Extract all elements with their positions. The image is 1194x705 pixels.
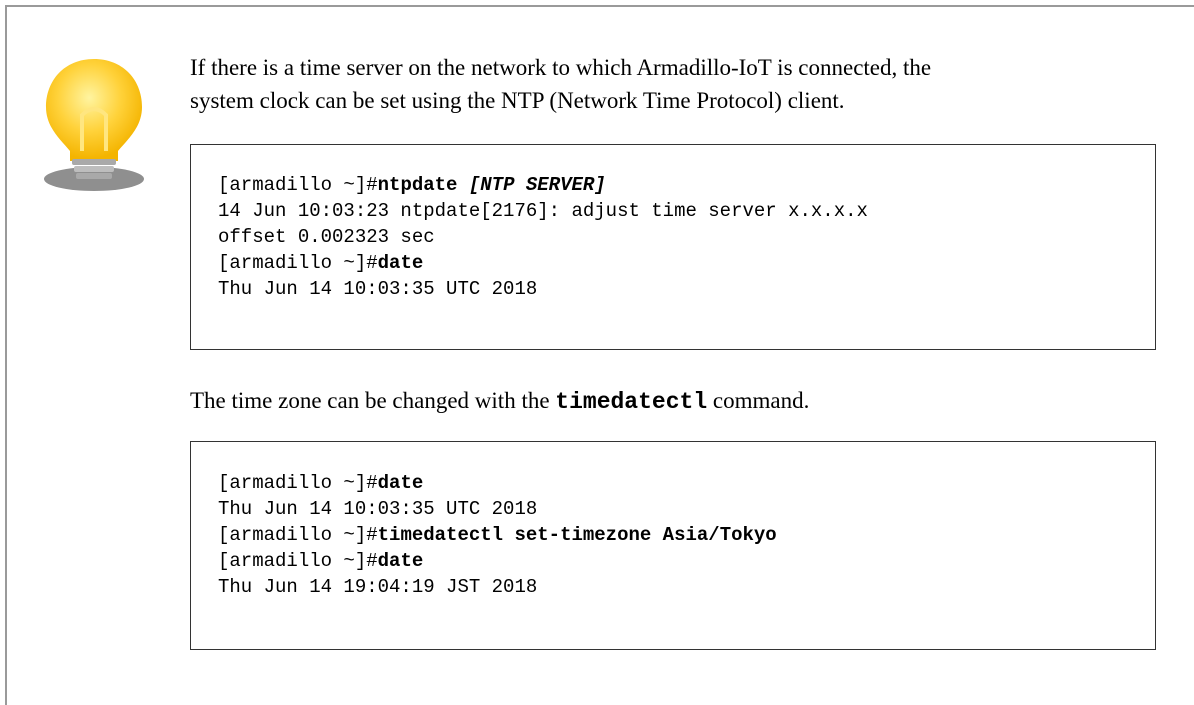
shell-prompt: [armadillo ~]# [218, 550, 378, 572]
code-line: [armadillo ~]#date [218, 250, 1155, 276]
shell-command: timedatectl set-timezone Asia/Tokyo [377, 524, 777, 546]
shell-prompt: [armadillo ~]# [218, 252, 378, 274]
code-output-line: Thu Jun 14 10:03:35 UTC 2018 [218, 498, 538, 520]
code-output-line: 14 Jun 10:03:23 ntpdate[2176]: adjust ti… [218, 200, 868, 222]
shell-command: ntpdate [377, 174, 469, 196]
shell-command: date [377, 472, 424, 494]
code-block-timedatectl: [armadillo ~]#date Thu Jun 14 10:03:35 UT… [190, 441, 1156, 650]
shell-command: date [377, 550, 424, 572]
tip-paragraph-line: system clock can be set using the NTP (N… [190, 88, 845, 113]
tip-paragraph-timezone: The time zone can be changed with the ti… [190, 384, 809, 419]
shell-command: date [377, 252, 424, 274]
code-output-line: Thu Jun 14 10:03:35 UTC 2018 [218, 278, 538, 300]
code-line: [armadillo ~]#ntpdate [NTP SERVER] [218, 172, 1155, 198]
code-line: [armadillo ~]#date [218, 548, 1155, 574]
paragraph-text: command. [707, 388, 810, 413]
code-output-line: Thu Jun 14 19:04:19 JST 2018 [218, 576, 538, 598]
shell-prompt: [armadillo ~]# [218, 472, 378, 494]
tip-paragraph-line: If there is a time server on the network… [190, 55, 932, 80]
shell-prompt: [armadillo ~]# [218, 174, 378, 196]
inline-command: timedatectl [555, 389, 708, 415]
code-line: [armadillo ~]#timedatectl set-timezone A… [218, 522, 1155, 548]
code-line: [armadillo ~]#date [218, 470, 1155, 496]
lightbulb-icon [44, 59, 144, 191]
tip-paragraph-ntp: If there is a time server on the network… [190, 51, 931, 117]
shell-command-argument: [NTP SERVER] [468, 174, 606, 196]
shell-prompt: [armadillo ~]# [218, 524, 378, 546]
code-output-line: offset 0.002323 sec [218, 226, 435, 248]
code-block-ntpdate: [armadillo ~]#ntpdate [NTP SERVER] 14 Jun… [190, 144, 1156, 350]
paragraph-text: The time zone can be changed with the [190, 388, 556, 413]
